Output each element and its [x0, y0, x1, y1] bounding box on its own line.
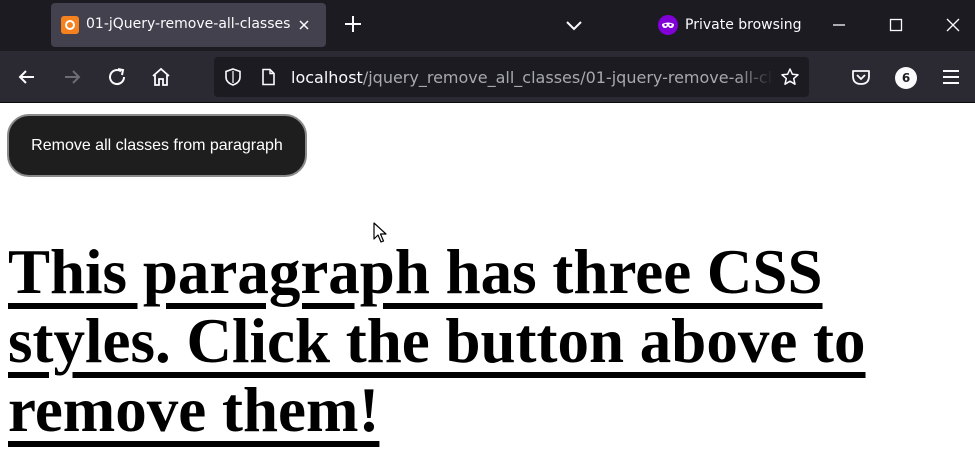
- hamburger-menu-icon: [943, 70, 959, 84]
- remove-classes-button[interactable]: Remove all classes from paragraph: [7, 114, 307, 177]
- new-tab-button[interactable]: [341, 12, 365, 36]
- maximize-icon: [889, 18, 903, 32]
- private-browsing-label: Private browsing: [685, 17, 802, 33]
- tab-close-button[interactable]: [295, 16, 313, 34]
- url-path: /jquery_remove_all_classes/01-jquery-rem…: [362, 68, 774, 87]
- close-icon: [946, 18, 960, 32]
- back-arrow-icon: [18, 70, 34, 84]
- list-all-tabs-button[interactable]: [563, 14, 585, 36]
- private-mask-icon: [658, 15, 678, 35]
- tab-title: 01-jQuery-remove-all-classes: [86, 16, 291, 32]
- star-icon[interactable]: [780, 67, 800, 87]
- home-icon: [152, 67, 170, 86]
- menu-button[interactable]: [939, 65, 963, 89]
- pocket-icon: [852, 70, 870, 85]
- private-browsing-indicator: Private browsing: [658, 14, 802, 36]
- page-icon[interactable]: [258, 67, 278, 87]
- address-bar[interactable]: localhost/jquery_remove_all_classes/01-j…: [214, 57, 809, 97]
- extensions-badge[interactable]: 6: [895, 67, 917, 89]
- reload-icon: [109, 68, 126, 86]
- forward-arrow-icon: [65, 70, 81, 84]
- shield-icon[interactable]: [223, 67, 243, 87]
- close-icon: [299, 20, 309, 30]
- reload-button[interactable]: [105, 65, 129, 89]
- maximize-button[interactable]: [883, 12, 909, 38]
- url-host: localhost: [291, 68, 363, 87]
- close-window-button[interactable]: [940, 12, 966, 38]
- minimize-button[interactable]: [826, 12, 852, 38]
- url-text[interactable]: localhost/jquery_remove_all_classes/01-j…: [291, 68, 774, 87]
- minimize-icon: [833, 24, 845, 26]
- plus-icon: [345, 16, 361, 32]
- home-button[interactable]: [149, 65, 173, 89]
- tab-bar: 01-jQuery-remove-all-classes Private bro…: [0, 0, 975, 51]
- mouse-cursor-icon: [373, 222, 387, 243]
- chevron-down-icon: [566, 21, 582, 31]
- navigation-toolbar: localhost/jquery_remove_all_classes/01-j…: [0, 51, 975, 103]
- styled-paragraph: This paragraph has three CSS styles. Cli…: [8, 237, 866, 445]
- xampp-icon: [61, 16, 79, 34]
- forward-button[interactable]: [60, 65, 84, 89]
- back-button[interactable]: [15, 65, 39, 89]
- tab-active[interactable]: 01-jQuery-remove-all-classes: [51, 3, 326, 47]
- pocket-button[interactable]: [849, 65, 873, 89]
